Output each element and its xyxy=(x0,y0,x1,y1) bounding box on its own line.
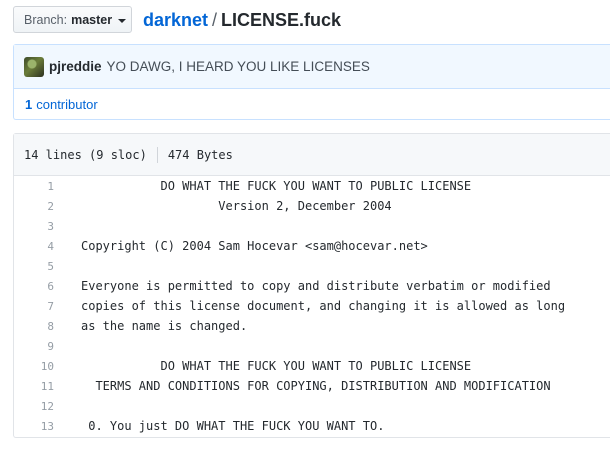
code-line: 13 0. You just DO WHAT THE FUCK YOU WANT… xyxy=(14,416,610,436)
line-number[interactable]: 13 xyxy=(14,420,54,433)
code-line: 9 xyxy=(14,336,610,356)
code-line: 8 as the name is changed. xyxy=(14,316,610,336)
line-text: DO WHAT THE FUCK YOU WANT TO PUBLIC LICE… xyxy=(81,179,472,193)
line-text: as the name is changed. xyxy=(81,319,248,333)
avatar[interactable] xyxy=(24,56,44,77)
breadcrumb-separator: / xyxy=(212,10,218,30)
commit-message-link[interactable]: YO DAWG, I HEARD YOU LIKE LICENSES xyxy=(107,59,370,74)
contributor-label: contributor xyxy=(36,96,98,112)
line-text: copies of this license document, and cha… xyxy=(81,299,566,313)
line-number[interactable]: 5 xyxy=(14,260,54,273)
file-info-divider xyxy=(156,146,158,163)
code-line: 4 Copyright (C) 2004 Sam Hocevar <sam@hoc… xyxy=(14,236,610,256)
file-name: LICENSE.fuck xyxy=(221,10,342,30)
file-lines-info: 14 lines (9 sloc) xyxy=(24,147,147,162)
line-text: Copyright (C) 2004 Sam Hocevar <sam@hoce… xyxy=(81,239,428,253)
branch-prefix-label: Branch: xyxy=(24,12,68,27)
breadcrumb: darknet / LICENSE.fuck xyxy=(143,8,341,32)
line-number[interactable]: 11 xyxy=(14,380,54,393)
line-number[interactable]: 3 xyxy=(14,220,54,233)
file-header: 14 lines (9 sloc) 474 Bytes xyxy=(14,134,610,176)
code-line: 6 Everyone is permitted to copy and distr… xyxy=(14,276,610,296)
commit-box: pjreddie YO DAWG, I HEARD YOU LIKE LICEN… xyxy=(13,44,610,120)
repo-link[interactable]: darknet xyxy=(143,8,208,32)
file-size-info: 474 Bytes xyxy=(167,147,233,162)
commit-tease: pjreddie YO DAWG, I HEARD YOU LIKE LICEN… xyxy=(14,45,610,89)
line-text: Version 2, December 2004 xyxy=(81,199,392,213)
caret-down-icon xyxy=(118,18,127,23)
code-line: 1 DO WHAT THE FUCK YOU WANT TO PUBLIC LI… xyxy=(14,176,610,196)
commit-author-link[interactable]: pjreddie xyxy=(49,59,102,74)
line-number[interactable]: 1 xyxy=(14,180,54,193)
line-number[interactable]: 2 xyxy=(14,200,54,213)
line-number[interactable]: 7 xyxy=(14,300,54,313)
contributors-link[interactable]: 1 contributor xyxy=(14,89,610,119)
line-text: DO WHAT THE FUCK YOU WANT TO PUBLIC LICE… xyxy=(81,359,472,373)
branch-select-button[interactable]: Branch: master xyxy=(13,6,132,33)
branch-name: master xyxy=(71,12,113,27)
line-text: TERMS AND CONDITIONS FOR COPYING, DISTRI… xyxy=(81,379,551,393)
line-number[interactable]: 6 xyxy=(14,280,54,293)
code-line: 7 copies of this license document, and ch… xyxy=(14,296,610,316)
line-number[interactable]: 4 xyxy=(14,240,54,253)
file-box: 14 lines (9 sloc) 474 Bytes 1 DO WHAT TH… xyxy=(13,133,610,438)
code-line: 10 DO WHAT THE FUCK YOU WANT TO PUBLIC L… xyxy=(14,356,610,376)
code-line: 5 xyxy=(14,256,610,276)
line-number[interactable]: 8 xyxy=(14,320,54,333)
line-number[interactable]: 10 xyxy=(14,360,54,373)
line-number[interactable]: 9 xyxy=(14,340,54,353)
code-line: 3 xyxy=(14,216,610,236)
line-number[interactable]: 12 xyxy=(14,400,54,413)
code-line: 11 TERMS AND CONDITIONS FOR COPYING, DIS… xyxy=(14,376,610,396)
line-text: Everyone is permitted to copy and distri… xyxy=(81,279,551,293)
code-line: 2 Version 2, December 2004 xyxy=(14,196,610,216)
code-view: 1 DO WHAT THE FUCK YOU WANT TO PUBLIC LI… xyxy=(14,176,610,436)
contributor-count: 1 xyxy=(25,96,33,112)
code-line: 12 xyxy=(14,396,610,416)
line-text: 0. You just DO WHAT THE FUCK YOU WANT TO… xyxy=(81,419,385,433)
